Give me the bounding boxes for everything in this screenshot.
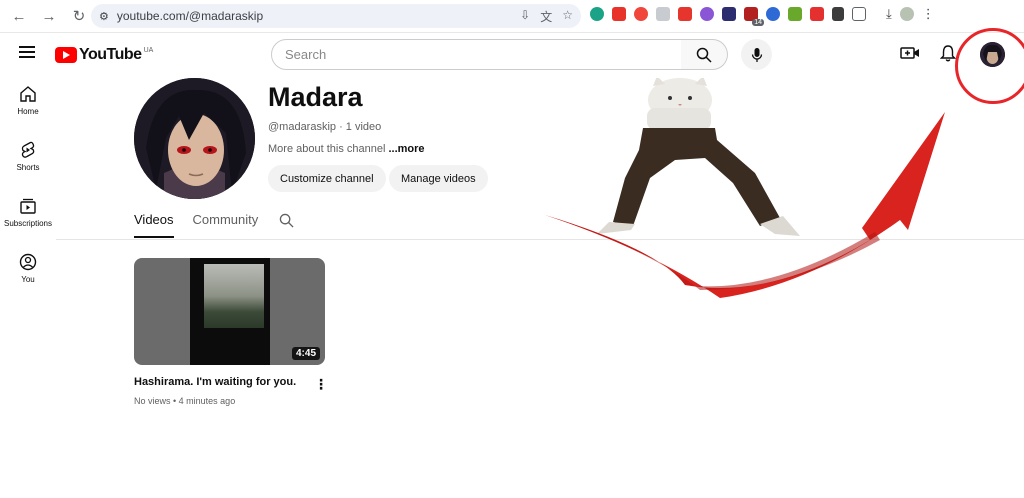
guide-item-subscriptions[interactable]: Subscriptions [0, 197, 56, 253]
guide-label: Subscriptions [3, 219, 53, 228]
site-settings-icon[interactable]: ⚙ [99, 10, 109, 23]
about-text: More about this channel [268, 143, 389, 155]
back-arrow-icon[interactable]: ← [8, 5, 30, 27]
youtube-play-icon [55, 47, 77, 63]
guide-item-you[interactable]: You [0, 253, 56, 309]
youtube-channel-page: ← → ↻ ⚙ youtube.com/@madaraskip ⇩ 文 ☆ 14 [0, 0, 1024, 498]
extensions-row: 14 ⤓ ⋮ [590, 6, 935, 26]
extension-badge: 14 [752, 19, 764, 26]
create-video-icon [900, 47, 919, 59]
search-icon [279, 213, 294, 228]
search-placeholder: Search [285, 47, 327, 62]
create-button[interactable] [900, 45, 920, 66]
tab-videos[interactable]: Videos [134, 212, 174, 238]
you-icon [19, 253, 37, 271]
video-thumbnail[interactable]: 4:45 [134, 258, 325, 365]
thumbnail-frame [190, 258, 270, 365]
left-guide: Home Shorts Subscriptions You [0, 85, 56, 309]
logo-text: YouTube [79, 46, 142, 63]
extension-icon[interactable] [810, 7, 824, 21]
channel-handle-meta: @madaraskip · 1 video [268, 121, 382, 133]
shorts-icon [21, 141, 35, 158]
manage-videos-button[interactable]: Manage videos [389, 165, 488, 192]
bell-icon [939, 45, 957, 62]
notifications-button[interactable] [939, 44, 957, 67]
extension-icon[interactable] [788, 7, 802, 21]
extension-icon[interactable] [634, 7, 648, 21]
annotation-arrow-icon [545, 112, 945, 298]
translate-icon[interactable]: 文 [540, 8, 552, 25]
annotation-circle [955, 28, 1024, 104]
channel-about[interactable]: More about this channel ...more [268, 143, 425, 155]
channel-avatar[interactable] [134, 78, 255, 199]
home-icon [20, 86, 36, 102]
thumbnail-image [204, 264, 264, 328]
subscriptions-icon [20, 198, 36, 214]
guide-label: Home [17, 107, 39, 116]
hamburger-menu-icon[interactable] [19, 46, 35, 58]
extension-icon[interactable] [590, 7, 604, 21]
tab-community[interactable]: Community [193, 212, 259, 238]
youtube-masthead: YouTube UA Search [0, 33, 1024, 77]
extension-icon[interactable] [678, 7, 692, 21]
bookmark-star-icon[interactable]: ☆ [562, 8, 573, 25]
video-duration: 4:45 [291, 347, 320, 360]
extension-icon[interactable] [766, 7, 780, 21]
extension-icon[interactable]: 14 [744, 7, 764, 26]
youtube-logo[interactable]: YouTube UA [55, 46, 153, 64]
install-app-icon[interactable]: ⇩ [520, 8, 530, 25]
tab-search-button[interactable] [279, 213, 294, 233]
voice-search-button[interactable] [741, 39, 772, 70]
about-more-link[interactable]: ...more [388, 143, 424, 155]
guide-item-shorts[interactable]: Shorts [0, 141, 56, 197]
guide-label: You [21, 275, 35, 284]
extensions-puzzle-icon[interactable] [852, 7, 866, 21]
url-text: youtube.com/@madaraskip [116, 9, 264, 23]
more-menu-icon[interactable]: ⋮ [922, 6, 935, 22]
channel-avatar-image [134, 78, 255, 199]
extension-icon[interactable] [612, 7, 626, 21]
customize-channel-button[interactable]: Customize channel [268, 165, 386, 192]
video-title[interactable]: Hashirama. I'm waiting for you. [134, 376, 296, 388]
download-icon[interactable]: ⤓ [886, 6, 892, 22]
audio-wave-icon[interactable] [832, 7, 844, 21]
profile-icon[interactable] [899, 7, 914, 21]
browser-toolbar: ← → ↻ ⚙ youtube.com/@madaraskip ⇩ 文 ☆ 14 [0, 0, 1024, 33]
channel-tabs: Videos Community [134, 212, 258, 238]
guide-item-home[interactable]: Home [0, 85, 56, 141]
logo-country-code: UA [143, 46, 154, 54]
search-input[interactable]: Search [271, 39, 682, 70]
forward-arrow-icon[interactable]: → [38, 5, 60, 27]
extension-icon[interactable] [656, 7, 670, 21]
extension-icon[interactable] [722, 7, 736, 21]
extension-icon[interactable] [700, 7, 714, 21]
search-icon [696, 47, 712, 63]
channel-name: Madara [268, 82, 363, 112]
video-menu-icon[interactable]: ⋮ [314, 376, 328, 393]
reload-icon[interactable]: ↻ [68, 5, 90, 27]
address-bar[interactable]: ⚙ youtube.com/@madaraskip ⇩ 文 ☆ [91, 4, 581, 28]
microphone-icon [751, 47, 762, 62]
search-button[interactable] [681, 39, 728, 70]
video-meta: No views • 4 minutes ago [134, 396, 236, 406]
guide-label: Shorts [16, 163, 40, 172]
